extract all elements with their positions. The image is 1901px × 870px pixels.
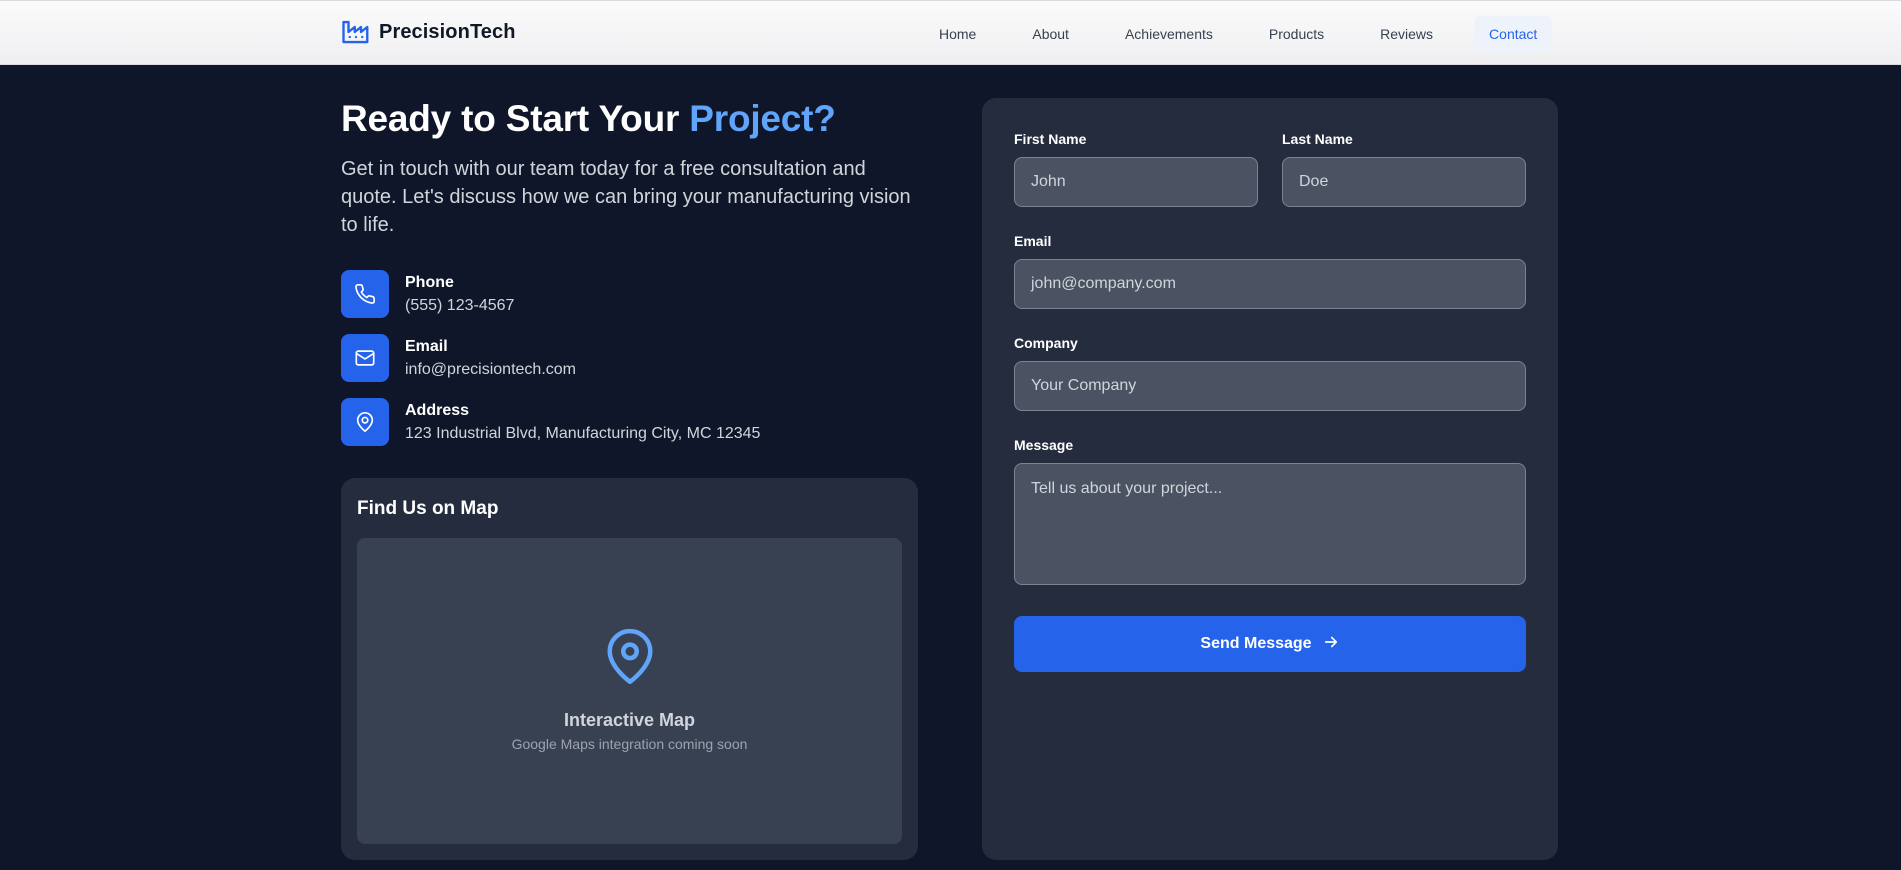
page-title: Ready to Start Your Project? xyxy=(341,98,836,140)
factory-icon xyxy=(341,17,371,47)
address-label: Address xyxy=(405,401,470,419)
map-pin-icon xyxy=(603,626,657,693)
last-name-input[interactable]: Doe xyxy=(1282,157,1526,207)
nav-about[interactable]: About xyxy=(1017,16,1084,52)
message-label: Message xyxy=(1014,437,1074,453)
first-name-placeholder: John xyxy=(1031,173,1066,190)
intro-text: Get in touch with our team today for a f… xyxy=(341,158,911,236)
map-pin-icon xyxy=(341,398,389,446)
contact-phone: Phone (555) 123-4567 xyxy=(341,270,514,318)
send-message-label: Send Message xyxy=(1200,635,1312,652)
contact-address: Address 123 Industrial Blvd, Manufacturi… xyxy=(341,398,760,446)
company-label: Company xyxy=(1014,335,1078,351)
site-header: PrecisionTech Home About Achievements Pr… xyxy=(0,0,1901,65)
email-label-form: Email xyxy=(1014,233,1052,249)
message-textarea[interactable]: Tell us about your project... xyxy=(1014,463,1526,585)
map-label: Interactive Map xyxy=(563,710,696,730)
main-nav: Home About Achievements Products Reviews… xyxy=(924,16,1553,52)
contact-form: First Name John Last Name Doe Email john… xyxy=(982,98,1558,860)
first-name-label: First Name xyxy=(1014,131,1087,147)
nav-reviews[interactable]: Reviews xyxy=(1365,16,1448,52)
arrow-right-icon xyxy=(1322,633,1340,656)
email-value: info@precisiontech.com xyxy=(405,360,576,378)
contact-email: Email info@precisiontech.com xyxy=(341,334,576,382)
first-name-input[interactable]: John xyxy=(1014,157,1258,207)
phone-icon xyxy=(341,270,389,318)
brand-logo[interactable]: PrecisionTech xyxy=(341,17,516,47)
page-title-accent: Project? xyxy=(689,98,836,139)
nav-contact[interactable]: Contact xyxy=(1474,16,1553,52)
map-subtext: Google Maps integration coming soon xyxy=(511,736,748,752)
company-input[interactable]: Your Company xyxy=(1014,361,1526,411)
last-name-placeholder: Doe xyxy=(1299,173,1329,190)
company-placeholder: Your Company xyxy=(1031,377,1137,394)
map-placeholder[interactable]: Interactive Map Google Maps integration … xyxy=(357,538,902,844)
brand-name: PrecisionTech xyxy=(379,20,516,43)
nav-products[interactable]: Products xyxy=(1254,16,1339,52)
nav-home[interactable]: Home xyxy=(924,16,991,52)
phone-label: Phone xyxy=(405,273,454,291)
address-value: 123 Industrial Blvd, Manufacturing City,… xyxy=(405,424,761,442)
email-label: Email xyxy=(405,337,448,355)
mail-icon xyxy=(341,334,389,382)
message-placeholder: Tell us about your project... xyxy=(1031,480,1223,497)
map-title: Find Us on Map xyxy=(357,498,499,519)
last-name-label: Last Name xyxy=(1282,131,1353,147)
page-title-prefix: Ready to Start Your xyxy=(341,98,690,139)
email-input[interactable]: john@company.com xyxy=(1014,259,1526,309)
send-message-button[interactable]: Send Message xyxy=(1014,616,1526,672)
map-card: Find Us on Map Interactive Map Google Ma… xyxy=(341,478,918,860)
nav-achievements[interactable]: Achievements xyxy=(1110,16,1228,52)
email-placeholder: john@company.com xyxy=(1031,275,1176,292)
phone-value: (555) 123-4567 xyxy=(405,296,515,314)
